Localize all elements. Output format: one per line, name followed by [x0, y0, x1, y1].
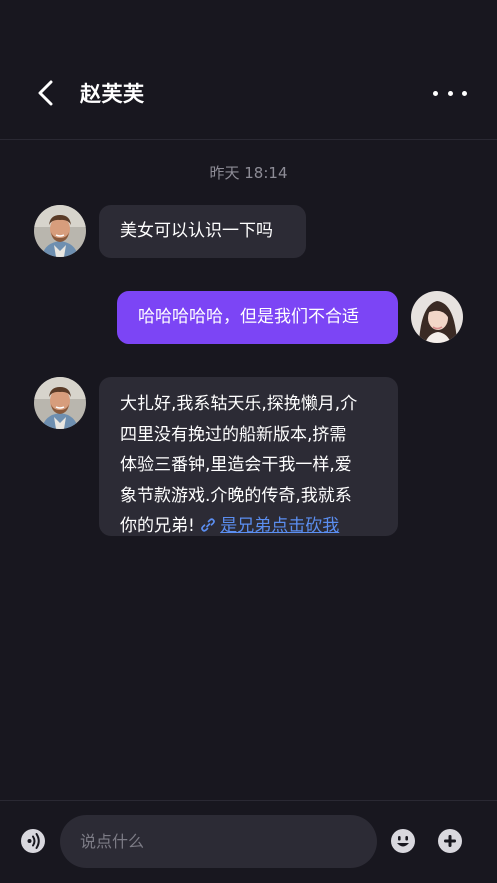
message-text: 你的兄弟!	[120, 516, 195, 536]
message-input[interactable]	[60, 815, 377, 868]
more-button[interactable]	[433, 82, 467, 104]
link-icon	[201, 518, 216, 532]
plus-icon	[438, 829, 462, 853]
input-bar	[0, 800, 497, 883]
message-link[interactable]: 是兄弟点击砍我	[220, 516, 339, 536]
message-timestamp: 昨天 18:14	[209, 164, 288, 182]
message-text-line: 大扎好,我系轱天乐,探挽懒月,介	[120, 394, 358, 414]
back-button[interactable]	[30, 76, 62, 110]
emoji-button[interactable]	[390, 828, 416, 854]
voice-icon	[21, 829, 45, 853]
message-text: 哈哈哈哈哈，但是我们不合适	[138, 307, 359, 327]
message-bubble-outgoing[interactable]: 哈哈哈哈哈，但是我们不合适	[117, 291, 398, 344]
chat-header: 赵芙芙	[0, 0, 497, 140]
self-avatar[interactable]	[411, 291, 463, 343]
message-text-line: 你的兄弟! 是兄弟点击砍我	[120, 511, 390, 542]
plus-button[interactable]	[437, 828, 463, 854]
sender-avatar[interactable]	[34, 205, 86, 257]
message-bubble-incoming[interactable]: 大扎好,我系轱天乐,探挽懒月,介 四里没有挽过的船新版本,挤需 体验三番钟,里造…	[99, 377, 398, 536]
message-text: 美女可以认识一下吗	[120, 221, 273, 241]
chevron-left-icon	[38, 80, 53, 106]
message-bubble-incoming[interactable]: 美女可以认识一下吗	[99, 205, 306, 258]
sender-avatar[interactable]	[34, 377, 86, 429]
chat-title: 赵芙芙	[80, 82, 145, 106]
message-text-line: 四里没有挽过的船新版本,挤需	[120, 424, 347, 445]
chat-screen: 赵芙芙 昨天 18:14 美女可以认识一下吗 哈哈哈哈哈，但是我们不合适 大扎好…	[0, 0, 497, 883]
message-text-line: 体验三番钟,里造会干我一样,爱	[120, 455, 352, 475]
voice-button[interactable]	[20, 828, 46, 854]
more-dots-icon	[433, 90, 438, 96]
message-text-line: 象节款游戏.介晚的传奇,我就系	[120, 485, 352, 506]
emoji-icon	[391, 829, 415, 853]
